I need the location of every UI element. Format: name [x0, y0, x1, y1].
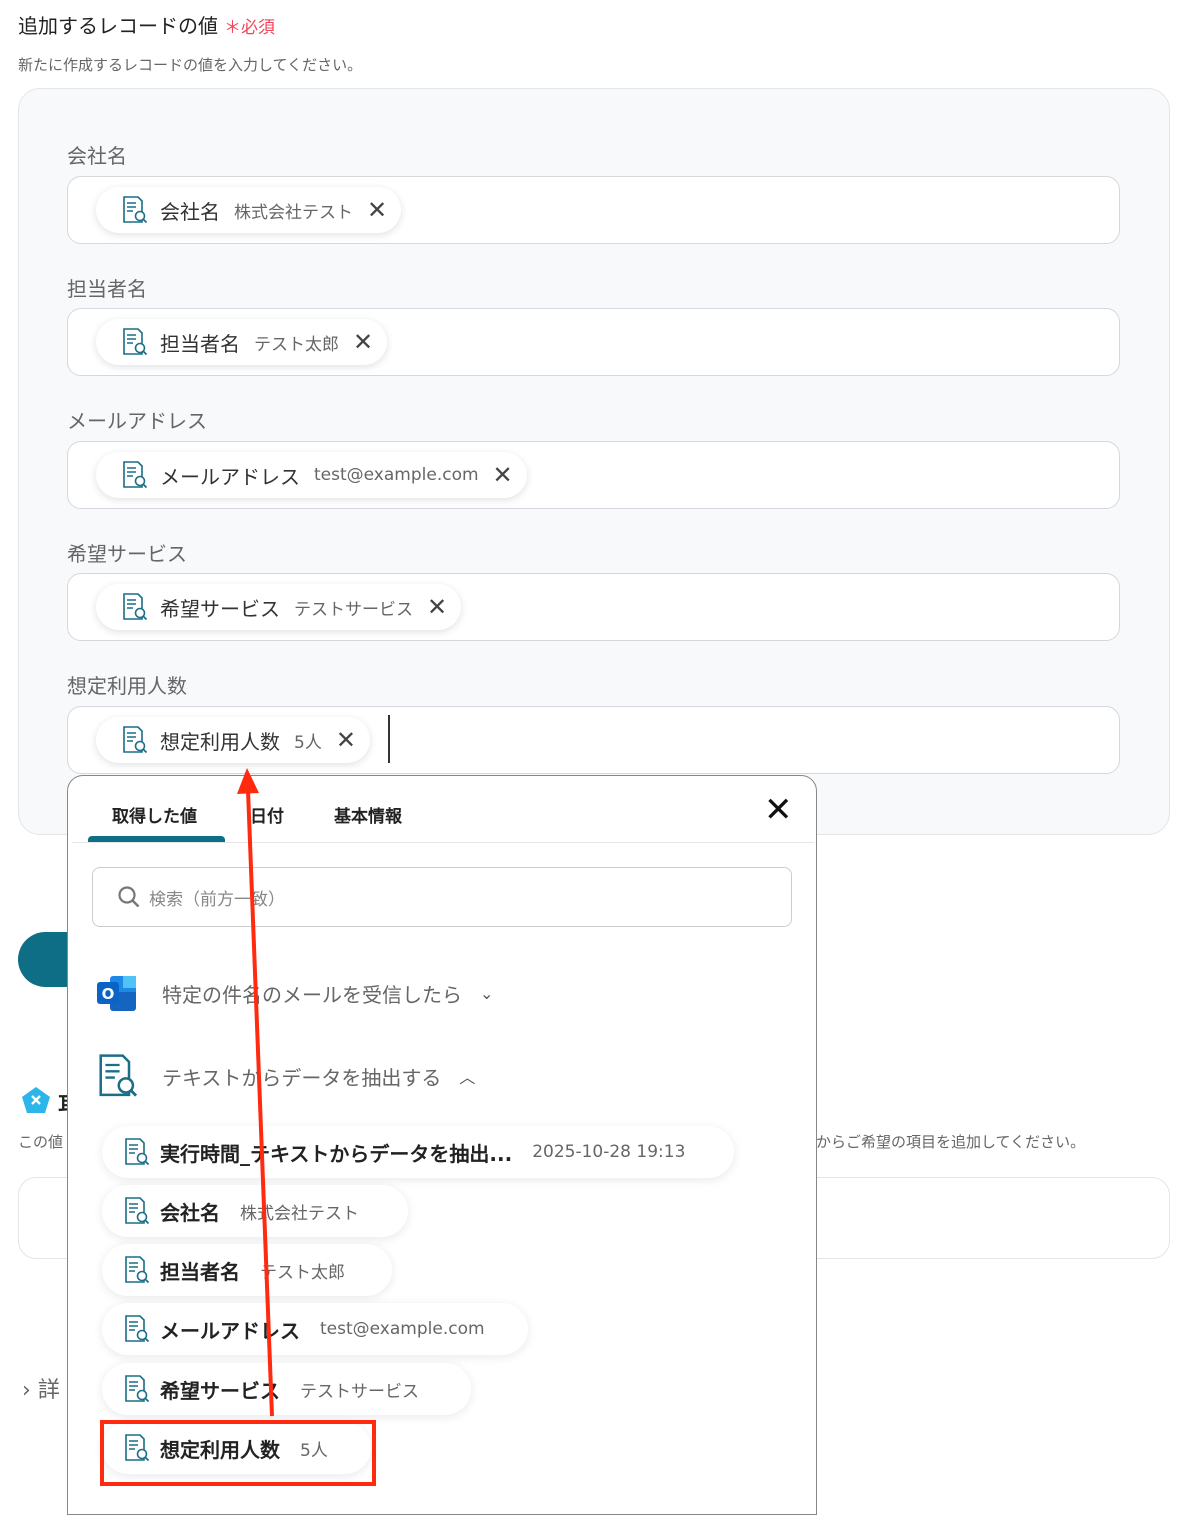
- annotation-arrow: [237, 768, 274, 1417]
